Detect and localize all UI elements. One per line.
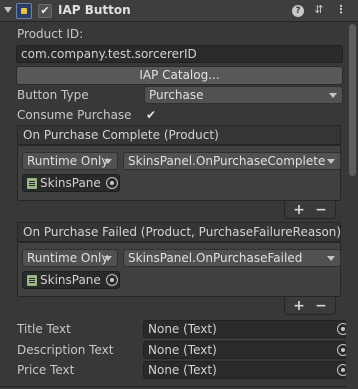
script-icon [27,275,37,286]
object-picker-icon[interactable] [106,177,118,189]
runtime-dropdown[interactable]: Runtime Only [22,249,118,267]
component-enabled-checkbox[interactable]: ✔ [38,4,52,18]
event-header-label: On Purchase Complete (Product) [23,128,219,142]
foldout-arrow-icon[interactable] [4,7,12,13]
add-listener-button[interactable]: + [290,297,308,315]
description-text-field[interactable]: None (Text) [143,341,351,359]
iap-catalog-button[interactable]: IAP Catalog... [16,66,343,85]
title-text-label: Title Text [17,322,71,336]
component-title: IAP Button [58,3,131,17]
add-listener-button[interactable]: + [290,201,308,219]
price-text-field[interactable]: None (Text) [143,361,351,379]
scrollbar-thumb[interactable] [349,24,356,176]
chevron-down-icon [329,93,337,98]
consume-purchase-checkbox[interactable]: ✔ [144,108,158,122]
target-object-field[interactable]: SkinsPane [22,271,120,289]
price-text-value: None (Text) [148,363,217,377]
description-text-value: None (Text) [148,343,217,357]
function-dropdown[interactable]: SkinsPanel.OnPurchaseComplete [123,152,341,170]
help-icon[interactable]: ? [292,5,304,17]
event-header-label: On Purchase Failed (Product, PurchaseFai… [23,225,342,239]
remove-listener-button[interactable]: − [312,297,330,315]
object-picker-icon[interactable] [106,274,118,286]
function-dropdown[interactable]: SkinsPanel.OnPurchaseFailed [123,249,341,267]
chevron-down-icon [327,256,335,261]
context-menu-icon[interactable]: ⋮ [334,3,348,17]
description-text-label: Description Text [17,343,114,357]
consume-purchase-label: Consume Purchase [17,108,132,122]
runtime-value: Runtime Only [27,154,109,168]
script-icon [27,178,37,189]
button-type-value: Purchase [149,88,204,102]
button-type-label: Button Type [17,88,89,102]
title-text-field[interactable]: None (Text) [143,320,351,338]
target-object-field[interactable]: SkinsPane [22,174,120,192]
event-add-remove-bar: + − [284,297,336,315]
remove-listener-button[interactable]: − [312,201,330,219]
target-object-value: SkinsPane [40,176,101,190]
event-header-purchase-complete: On Purchase Complete (Product) [17,125,341,145]
button-type-dropdown[interactable]: Purchase [144,86,343,104]
function-value: SkinsPanel.OnPurchaseComplete [128,154,326,168]
product-id-field[interactable]: com.company.test.sorcererID [16,45,343,63]
event-add-remove-bar: + − [284,201,336,219]
runtime-dropdown[interactable]: Runtime Only [22,152,118,170]
title-text-value: None (Text) [148,322,217,336]
target-object-value: SkinsPane [40,273,101,287]
function-value: SkinsPanel.OnPurchaseFailed [128,251,303,265]
divider [0,386,346,387]
event-header-purchase-failed: On Purchase Failed (Product, PurchaseFai… [17,222,341,242]
chevron-down-icon [104,159,112,164]
script-component-icon [16,3,32,19]
product-id-label: Product ID: [17,27,84,41]
component-header[interactable]: ✔ IAP Button ? ⇵ ⋮ [0,0,358,22]
presets-icon[interactable]: ⇵ [312,3,326,17]
chevron-down-icon [327,159,335,164]
runtime-value: Runtime Only [27,251,109,265]
chevron-down-icon [104,256,112,261]
price-text-label: Price Text [17,363,75,377]
